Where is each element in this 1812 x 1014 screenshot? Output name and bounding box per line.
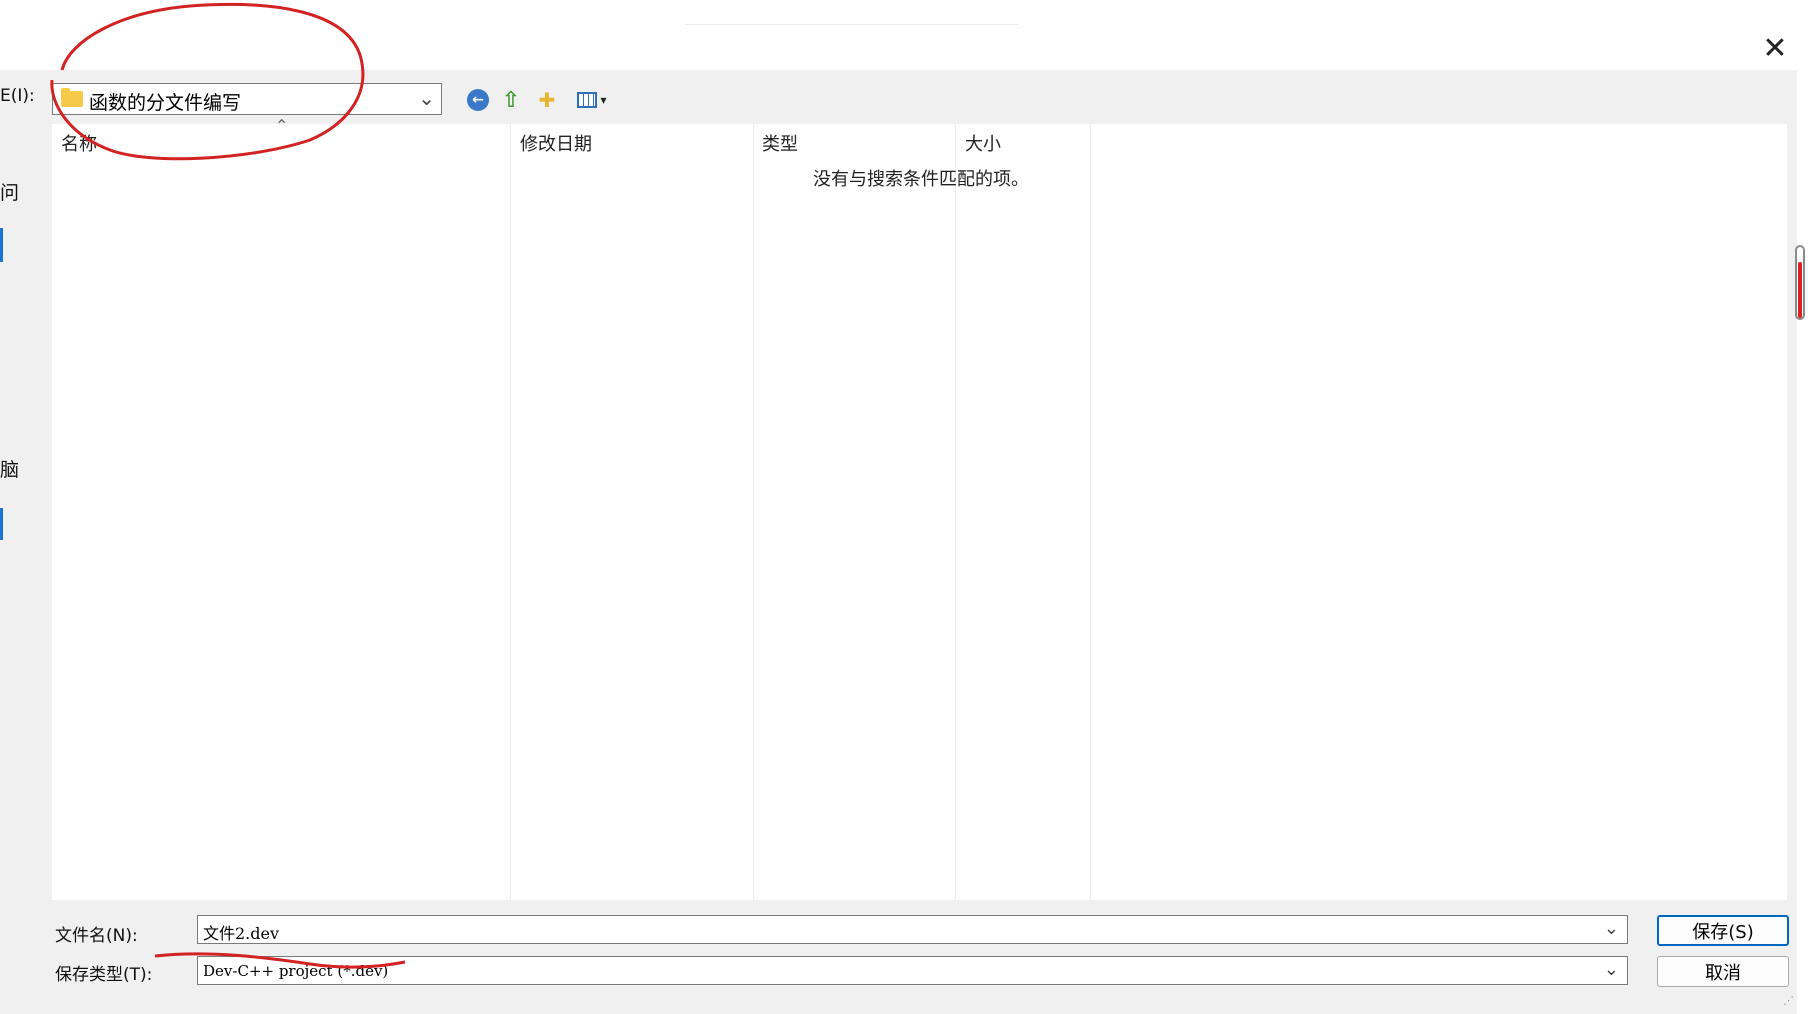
column-divider[interactable] — [955, 124, 956, 900]
filetype-label: 保存类型(T): — [55, 965, 153, 985]
look-in-value: 函数的分文件编写 — [89, 92, 242, 114]
view-menu-button[interactable]: ▾ — [570, 86, 614, 114]
chevron-down-icon[interactable]: ⌄ — [1604, 918, 1619, 939]
back-arrow-icon: ← — [467, 89, 489, 111]
cancel-button[interactable]: 取消 — [1657, 956, 1789, 987]
file-list[interactable] — [52, 124, 1787, 900]
column-header-modified[interactable]: 修改日期 — [520, 130, 592, 156]
filetype-value: Dev-C++ project (*.dev) — [203, 962, 389, 980]
look-in-label: E(I): — [0, 86, 35, 106]
up-folder-button[interactable]: ⇧ — [497, 86, 525, 114]
places-selection-bar — [0, 228, 3, 262]
dialog-right-edge — [1797, 70, 1812, 1014]
back-button[interactable]: ← — [464, 86, 492, 114]
places-fragment-1[interactable]: 问 — [0, 178, 19, 205]
folder-icon — [61, 88, 83, 107]
column-header-type[interactable]: 类型 — [762, 130, 798, 156]
up-folder-icon: ⇧ — [501, 87, 521, 113]
title-bar — [0, 0, 1812, 70]
title-divider — [685, 24, 1018, 25]
filename-label: 文件名(N): — [55, 926, 138, 946]
filename-value: 文件2.dev — [203, 924, 280, 943]
column-header-size[interactable]: 大小 — [965, 130, 1001, 156]
view-menu-icon — [577, 92, 598, 108]
places-selection-bar-2 — [0, 508, 3, 540]
view-dropdown-icon: ▾ — [600, 93, 607, 107]
new-folder-button[interactable]: ✚ — [533, 86, 561, 114]
sort-ascending-icon: ⌃ — [275, 116, 289, 135]
close-icon: ✕ — [1762, 30, 1788, 66]
empty-message: 没有与搜索条件匹配的项。 — [813, 169, 1029, 190]
places-fragment-2[interactable]: 脑 — [0, 455, 19, 482]
look-in-combo[interactable]: 函数的分文件编写 ⌄ — [52, 83, 442, 115]
column-header-name[interactable]: 名称 — [61, 130, 97, 156]
filename-field[interactable]: 文件2.dev ⌄ — [197, 915, 1628, 944]
scrollbar-highlight — [1798, 262, 1802, 318]
save-button[interactable]: 保存(S) — [1657, 915, 1789, 946]
close-button[interactable]: ✕ — [1757, 30, 1793, 66]
column-divider[interactable] — [1090, 124, 1091, 900]
filetype-select[interactable]: Dev-C++ project (*.dev) ⌄ — [197, 956, 1628, 985]
column-divider[interactable] — [510, 124, 511, 900]
new-folder-icon: ✚ — [538, 88, 556, 112]
chevron-down-icon[interactable]: ⌄ — [1604, 959, 1619, 980]
resize-grip-icon[interactable]: ⋰ — [1783, 994, 1794, 1007]
column-divider[interactable] — [753, 124, 754, 900]
chevron-down-icon: ⌄ — [418, 86, 435, 110]
